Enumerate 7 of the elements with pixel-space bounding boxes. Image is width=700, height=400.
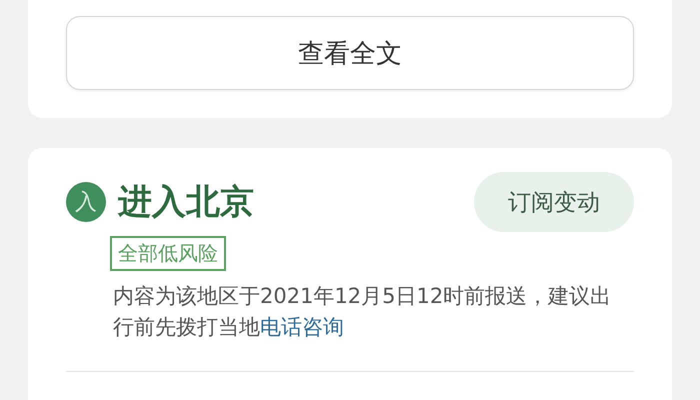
entry-icon: 入 — [66, 182, 106, 222]
phone-link[interactable]: 电话咨询 — [260, 315, 344, 339]
entry-title: 进入北京 — [118, 181, 254, 224]
subscribe-button[interactable]: 订阅变动 — [474, 172, 634, 232]
notice-text: 内容为该地区于2021年12月5日12时前报送，建议出行前先拨打当地电话咨询 — [113, 283, 612, 341]
view-full-text-button[interactable]: 查看全文 — [66, 16, 634, 90]
risk-tag: 全部低风险 — [110, 236, 226, 271]
